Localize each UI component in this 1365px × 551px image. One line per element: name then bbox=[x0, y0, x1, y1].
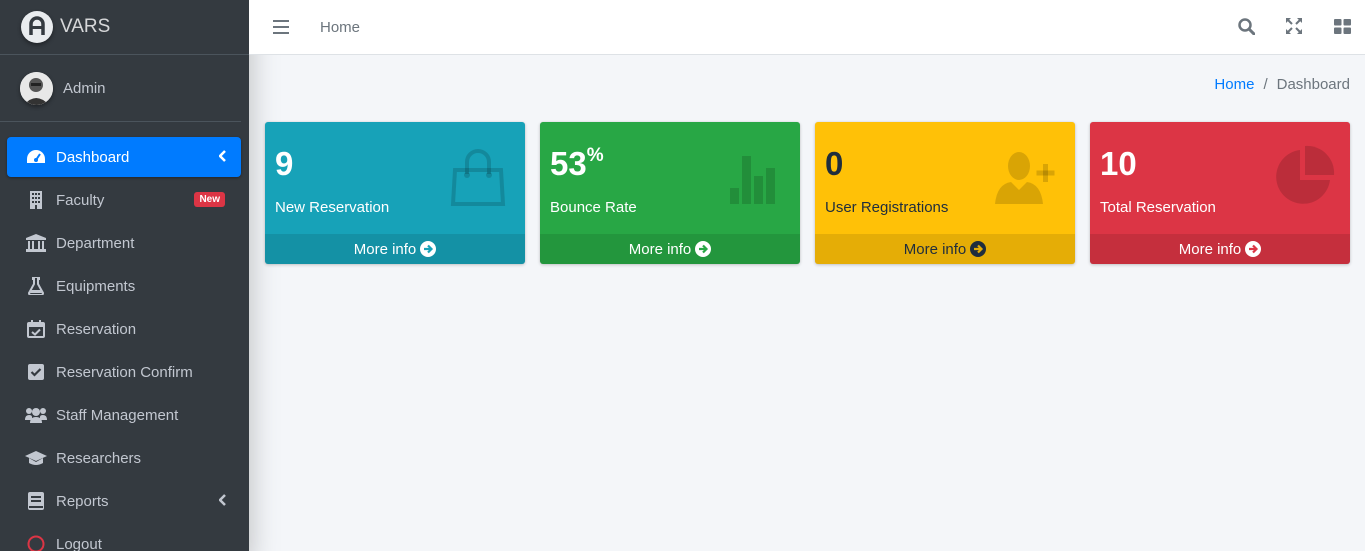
brand-logo-icon bbox=[21, 11, 53, 43]
chevron-left-icon bbox=[218, 149, 227, 166]
arrow-circle-right-icon bbox=[970, 241, 987, 257]
arrow-circle-right-icon bbox=[1245, 241, 1262, 257]
bar-chart-icon bbox=[720, 144, 786, 210]
stat-boxes: 9 New Reservation More info 53% Bounce R… bbox=[265, 122, 1350, 264]
navbar-home-link[interactable]: Home bbox=[320, 19, 360, 36]
avatar bbox=[20, 71, 53, 105]
user-plus-icon bbox=[995, 144, 1061, 210]
brand-link[interactable]: VARS bbox=[0, 0, 249, 55]
building-icon bbox=[25, 190, 47, 210]
sidebar-item-label: Department bbox=[56, 234, 135, 252]
sidebar-item-staff-management[interactable]: Staff Management bbox=[7, 395, 241, 435]
sidebar-item-label: Equipments bbox=[56, 277, 136, 295]
more-info-label: More info bbox=[353, 240, 417, 258]
pie-chart-icon bbox=[1270, 144, 1336, 210]
more-info-label: More info bbox=[903, 240, 967, 258]
university-icon bbox=[25, 233, 47, 253]
more-info-label: More info bbox=[628, 240, 692, 258]
tachometer-icon bbox=[25, 147, 47, 167]
check-square-icon bbox=[25, 362, 47, 382]
navbar-right-controls bbox=[1237, 17, 1351, 35]
flask-icon bbox=[25, 276, 47, 296]
stat-box-user-registrations: 0 User Registrations More info bbox=[815, 122, 1075, 264]
stat-box-new-reservation: 9 New Reservation More info bbox=[265, 122, 525, 264]
breadcrumb: Home / Dashboard bbox=[1214, 76, 1350, 93]
sidebar-item-logout[interactable]: Logout bbox=[7, 524, 241, 551]
sidebar-item-label: Reports bbox=[56, 492, 109, 510]
sidebar: VARS Admin Dashboard Faculty New Departm… bbox=[0, 0, 249, 551]
more-info-link[interactable]: More info bbox=[815, 234, 1075, 264]
sidebar-nav: Dashboard Faculty New Department Equipme… bbox=[0, 122, 249, 551]
more-info-link[interactable]: More info bbox=[265, 234, 525, 264]
sidebar-item-reservation-confirm[interactable]: Reservation Confirm bbox=[7, 352, 241, 392]
calendar-check-icon bbox=[25, 319, 47, 339]
sidebar-item-equipments[interactable]: Equipments bbox=[7, 266, 241, 306]
sidebar-item-label: Staff Management bbox=[56, 406, 179, 424]
sidebar-item-label: Reservation Confirm bbox=[56, 363, 193, 381]
sidebar-item-reservation[interactable]: Reservation bbox=[7, 309, 241, 349]
book-icon bbox=[25, 491, 47, 511]
more-info-label: More info bbox=[1178, 240, 1242, 258]
sidebar-item-researchers[interactable]: Researchers bbox=[7, 438, 241, 478]
sidebar-item-label: Reservation bbox=[56, 320, 137, 338]
th-large-icon[interactable] bbox=[1333, 17, 1351, 35]
new-badge: New bbox=[194, 192, 225, 207]
breadcrumb-home-link[interactable]: Home bbox=[1214, 76, 1254, 93]
arrow-circle-right-icon bbox=[695, 241, 712, 257]
sidebar-item-department[interactable]: Department bbox=[7, 223, 241, 263]
sidebar-item-faculty[interactable]: Faculty New bbox=[7, 180, 241, 220]
content-header: Home / Dashboard bbox=[249, 55, 1365, 115]
users-icon bbox=[25, 405, 47, 425]
search-icon[interactable] bbox=[1237, 17, 1255, 35]
more-info-link[interactable]: More info bbox=[1090, 234, 1350, 264]
sidebar-item-label: Logout bbox=[56, 535, 102, 551]
sidebar-item-label: Dashboard bbox=[56, 148, 130, 166]
chevron-left-icon bbox=[218, 493, 227, 510]
top-navbar: Home bbox=[249, 0, 1365, 55]
circle-icon bbox=[25, 534, 47, 551]
more-info-link[interactable]: More info bbox=[540, 234, 800, 264]
sidebar-item-reports[interactable]: Reports bbox=[7, 481, 241, 521]
breadcrumb-separator: / bbox=[1263, 76, 1268, 93]
brand-name: VARS bbox=[60, 16, 111, 37]
sidebar-item-dashboard[interactable]: Dashboard bbox=[7, 137, 241, 177]
expand-arrows-icon[interactable] bbox=[1285, 17, 1303, 35]
shopping-bag-icon bbox=[445, 144, 511, 210]
breadcrumb-current: Dashboard bbox=[1276, 76, 1350, 93]
stat-box-bounce-rate: 53% Bounce Rate More info bbox=[540, 122, 800, 264]
user-panel[interactable]: Admin bbox=[0, 55, 241, 122]
user-name: Admin bbox=[63, 79, 106, 97]
stat-box-total-reservation: 10 Total Reservation More info bbox=[1090, 122, 1350, 264]
arrow-circle-right-icon bbox=[420, 241, 437, 257]
graduation-cap-icon bbox=[25, 448, 47, 468]
menu-toggle-icon[interactable] bbox=[273, 20, 289, 34]
sidebar-item-label: Researchers bbox=[56, 449, 142, 467]
